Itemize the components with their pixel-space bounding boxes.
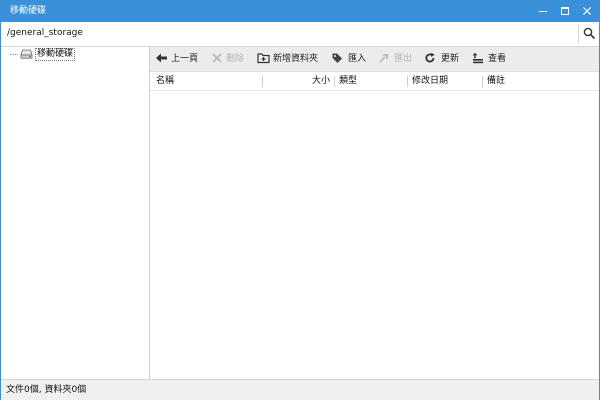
maximize-icon bbox=[561, 7, 569, 15]
delete-icon bbox=[212, 53, 222, 63]
column-type-label: 類型 bbox=[339, 76, 358, 86]
tree-item-drive[interactable]: 移動硬碟 bbox=[1, 47, 149, 61]
search-button[interactable] bbox=[578, 24, 598, 43]
delete-button[interactable]: 刪除 bbox=[211, 51, 247, 67]
import-button[interactable]: 匯入 bbox=[331, 51, 367, 67]
refresh-label: 更新 bbox=[441, 54, 460, 64]
tag-import-icon bbox=[332, 53, 342, 63]
column-size[interactable]: 大小 bbox=[263, 72, 332, 90]
back-button[interactable]: 上一頁 bbox=[155, 51, 199, 67]
file-list-header: 名稱 大小 類型 修改日期 備註 bbox=[150, 72, 599, 91]
column-modified[interactable]: 修改日期 bbox=[408, 72, 480, 90]
column-modified-label: 修改日期 bbox=[412, 76, 449, 86]
column-name-label: 名稱 bbox=[156, 76, 175, 86]
drive-icon bbox=[20, 49, 33, 59]
column-notes[interactable]: 備註 bbox=[483, 72, 593, 90]
app-window: 移動硬碟 /general_storage 移動硬碟 上一頁 刪除 新增資料夾 … bbox=[0, 0, 600, 400]
folder-tree: 移動硬碟 bbox=[1, 47, 150, 379]
new-folder-button[interactable]: 新增資料夾 bbox=[257, 51, 323, 67]
window-title: 移動硬碟 bbox=[10, 6, 47, 16]
tree-connector bbox=[10, 54, 18, 55]
refresh-icon bbox=[425, 52, 435, 63]
minimize-button[interactable] bbox=[531, 1, 555, 21]
new-folder-icon bbox=[257, 53, 270, 64]
arrow-left-icon bbox=[156, 53, 167, 63]
status-text: 文件0個, 資料夾0個 bbox=[6, 385, 87, 395]
close-button[interactable] bbox=[575, 1, 599, 21]
path-input[interactable] bbox=[2, 24, 579, 42]
maximize-button[interactable] bbox=[553, 1, 577, 21]
delete-label: 刪除 bbox=[226, 54, 245, 64]
column-type[interactable]: 類型 bbox=[335, 72, 405, 90]
refresh-button[interactable]: 更新 bbox=[424, 51, 462, 67]
export-label: 匯出 bbox=[394, 54, 413, 64]
import-label: 匯入 bbox=[348, 54, 367, 64]
view-button[interactable]: 查看 bbox=[472, 51, 510, 67]
title-bar: 移動硬碟 bbox=[1, 1, 599, 22]
tree-item-label: 移動硬碟 bbox=[35, 48, 76, 61]
back-label: 上一頁 bbox=[171, 54, 199, 64]
minimize-icon bbox=[539, 11, 547, 12]
status-bar: 文件0個, 資料夾0個 bbox=[1, 379, 599, 400]
address-bar bbox=[1, 22, 599, 47]
export-icon bbox=[379, 54, 388, 63]
file-list[interactable] bbox=[150, 91, 599, 379]
search-icon bbox=[583, 27, 595, 39]
view-list-icon bbox=[472, 52, 483, 64]
close-icon bbox=[583, 7, 591, 15]
column-notes-label: 備註 bbox=[487, 76, 506, 86]
column-size-label: 大小 bbox=[311, 76, 330, 86]
export-button[interactable]: 匯出 bbox=[378, 51, 414, 67]
toolbar: 上一頁 刪除 新增資料夾 匯入 匯出 更新 查看 bbox=[150, 47, 599, 72]
view-label: 查看 bbox=[488, 54, 507, 64]
column-name[interactable]: 名稱 bbox=[150, 72, 262, 90]
new-folder-label: 新增資料夾 bbox=[273, 54, 319, 64]
